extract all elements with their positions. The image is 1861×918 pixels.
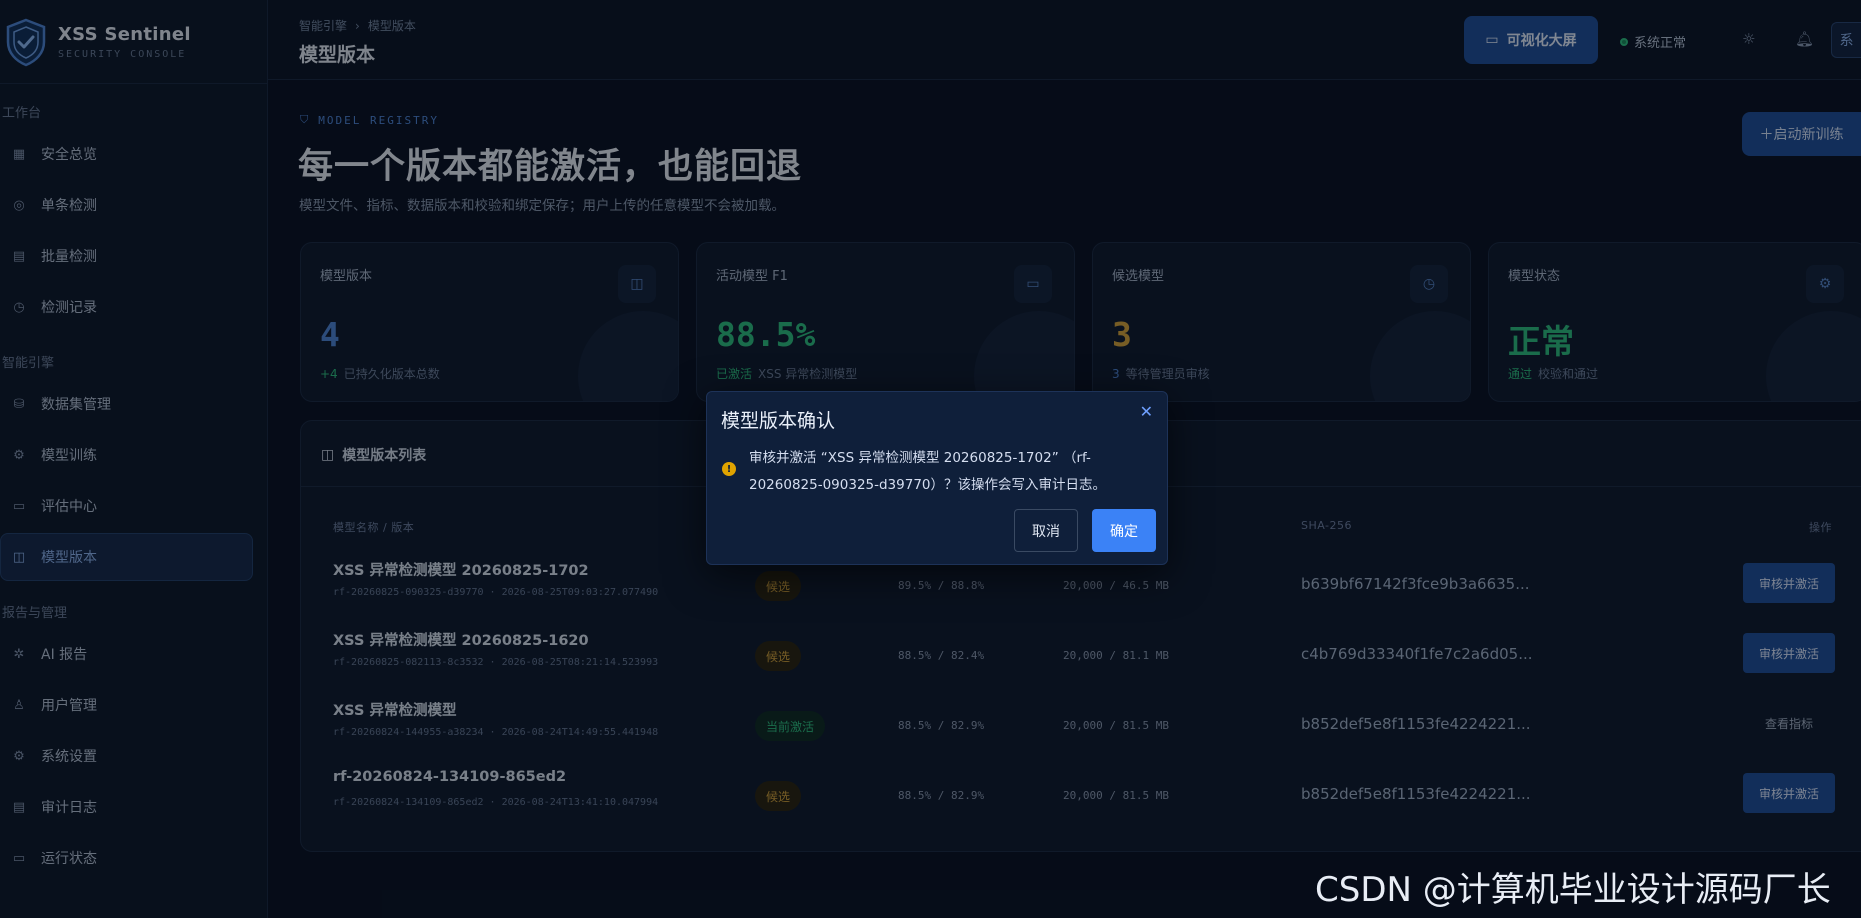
close-icon[interactable]: ✕ (1140, 402, 1153, 421)
confirm-dialog: 模型版本确认 ✕ ! 审核并激活 “XSS 异常检测模型 20260825-17… (706, 391, 1168, 565)
dialog-title: 模型版本确认 (721, 410, 836, 432)
warning-icon: ! (722, 462, 736, 476)
dialog-message: 审核并激活 “XSS 异常检测模型 20260825-1702” （rf-202… (749, 450, 1107, 493)
watermark: CSDN @计算机毕业设计源码厂长 (1315, 870, 1831, 910)
cancel-button[interactable]: 取消 (1014, 509, 1078, 552)
confirm-button[interactable]: 确定 (1092, 509, 1156, 552)
